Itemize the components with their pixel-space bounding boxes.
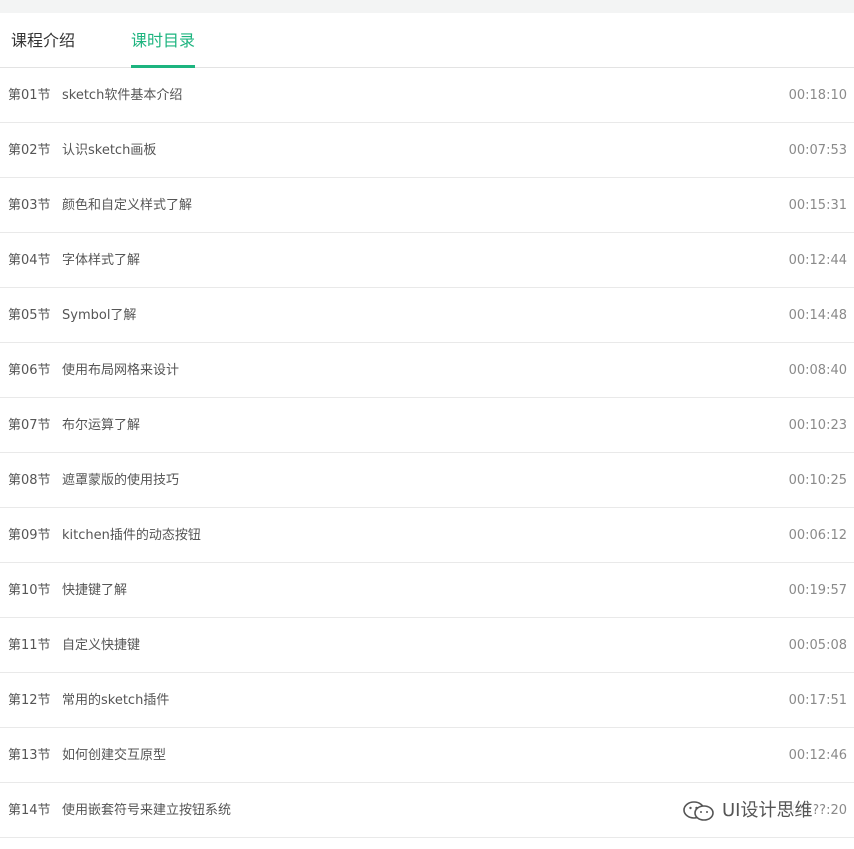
lesson-title: kitchen插件的动态按钮: [62, 528, 201, 543]
lesson-duration: 00:10:23: [788, 418, 847, 433]
lesson-number: 第02节: [8, 143, 51, 158]
lesson-duration: 00:05:08: [788, 638, 847, 653]
lesson-number: 第03节: [8, 198, 51, 213]
lesson-row-09[interactable]: 第09节 kitchen插件的动态按钮 00:06:12: [0, 508, 854, 563]
lesson-number: 第01节: [8, 88, 51, 103]
lesson-row-01[interactable]: 第01节 sketch软件基本介绍 00:18:10: [0, 68, 854, 123]
tab-bar: 课程介绍 课时目录: [0, 13, 854, 68]
lesson-number: 第12节: [8, 693, 51, 708]
tab-course-intro[interactable]: 课程介绍: [11, 31, 75, 51]
lesson-row-10[interactable]: 第10节 快捷键了解 00:19:57: [0, 563, 854, 618]
lesson-row-05[interactable]: 第05节 Symbol了解 00:14:48: [0, 288, 854, 343]
lesson-title: 使用布局网格来设计: [62, 363, 180, 378]
lesson-duration: 00:14:48: [788, 308, 847, 323]
lesson-title: 布尔运算了解: [62, 418, 141, 433]
lesson-list: 第01节 sketch软件基本介绍 00:18:10 第02节 认识sketch…: [0, 68, 854, 838]
lesson-number: 第13节: [8, 748, 51, 763]
lesson-duration: 00:18:10: [788, 88, 847, 103]
lesson-duration: 00:17:51: [788, 693, 847, 708]
lesson-row-11[interactable]: 第11节 自定义快捷键 00:05:08: [0, 618, 854, 673]
lesson-title: Symbol了解: [62, 308, 137, 323]
lesson-duration: 00:19:57: [788, 583, 847, 598]
tab-lesson-catalog[interactable]: 课时目录: [131, 31, 195, 51]
lesson-row-13[interactable]: 第13节 如何创建交互原型 00:12:46: [0, 728, 854, 783]
lesson-number: 第09节: [8, 528, 51, 543]
lesson-duration: 00:06:12: [788, 528, 847, 543]
lesson-title: 使用嵌套符号来建立按钮系统: [62, 803, 232, 818]
lesson-number: 第05节: [8, 308, 51, 323]
lesson-row-04[interactable]: 第04节 字体样式了解 00:12:44: [0, 233, 854, 288]
lesson-number: 第07节: [8, 418, 51, 433]
lesson-row-08[interactable]: 第08节 遮罩蒙版的使用技巧 00:10:25: [0, 453, 854, 508]
lesson-duration: 00:08:40: [788, 363, 847, 378]
lesson-row-03[interactable]: 第03节 颜色和自定义样式了解 00:15:31: [0, 178, 854, 233]
lesson-title: sketch软件基本介绍: [62, 88, 183, 103]
lesson-title: 快捷键了解: [62, 583, 128, 598]
lesson-row-02[interactable]: 第02节 认识sketch画板 00:07:53: [0, 123, 854, 178]
lesson-title: 自定义快捷键: [62, 638, 141, 653]
wechat-icon: [683, 801, 714, 821]
lesson-duration: 00:10:25: [788, 473, 847, 488]
lesson-row-12[interactable]: 第12节 常用的sketch插件 00:17:51: [0, 673, 854, 728]
lesson-number: 第14节: [8, 803, 51, 818]
lesson-duration: 00:15:31: [788, 198, 847, 213]
lesson-number: 第08节: [8, 473, 51, 488]
lesson-title: 字体样式了解: [62, 253, 141, 268]
lesson-title: 常用的sketch插件: [62, 693, 170, 708]
lesson-row-06[interactable]: 第06节 使用布局网格来设计 00:08:40: [0, 343, 854, 398]
lesson-row-07[interactable]: 第07节 布尔运算了解 00:10:23: [0, 398, 854, 453]
lesson-number: 第06节: [8, 363, 51, 378]
watermark: UI设计思维: [680, 798, 815, 824]
lesson-number: 第10节: [8, 583, 51, 598]
top-strip: [0, 0, 854, 13]
lesson-title: 遮罩蒙版的使用技巧: [62, 473, 180, 488]
lesson-duration: 00:12:46: [788, 748, 847, 763]
lesson-number: 第11节: [8, 638, 51, 653]
lesson-title: 颜色和自定义样式了解: [62, 198, 193, 213]
lesson-title: 认识sketch画板: [62, 143, 157, 158]
lesson-number: 第04节: [8, 253, 51, 268]
lesson-duration: 00:07:53: [788, 143, 847, 158]
watermark-text: UI设计思维: [722, 800, 813, 821]
lesson-duration: 00:12:44: [788, 253, 847, 268]
lesson-title: 如何创建交互原型: [62, 748, 167, 763]
